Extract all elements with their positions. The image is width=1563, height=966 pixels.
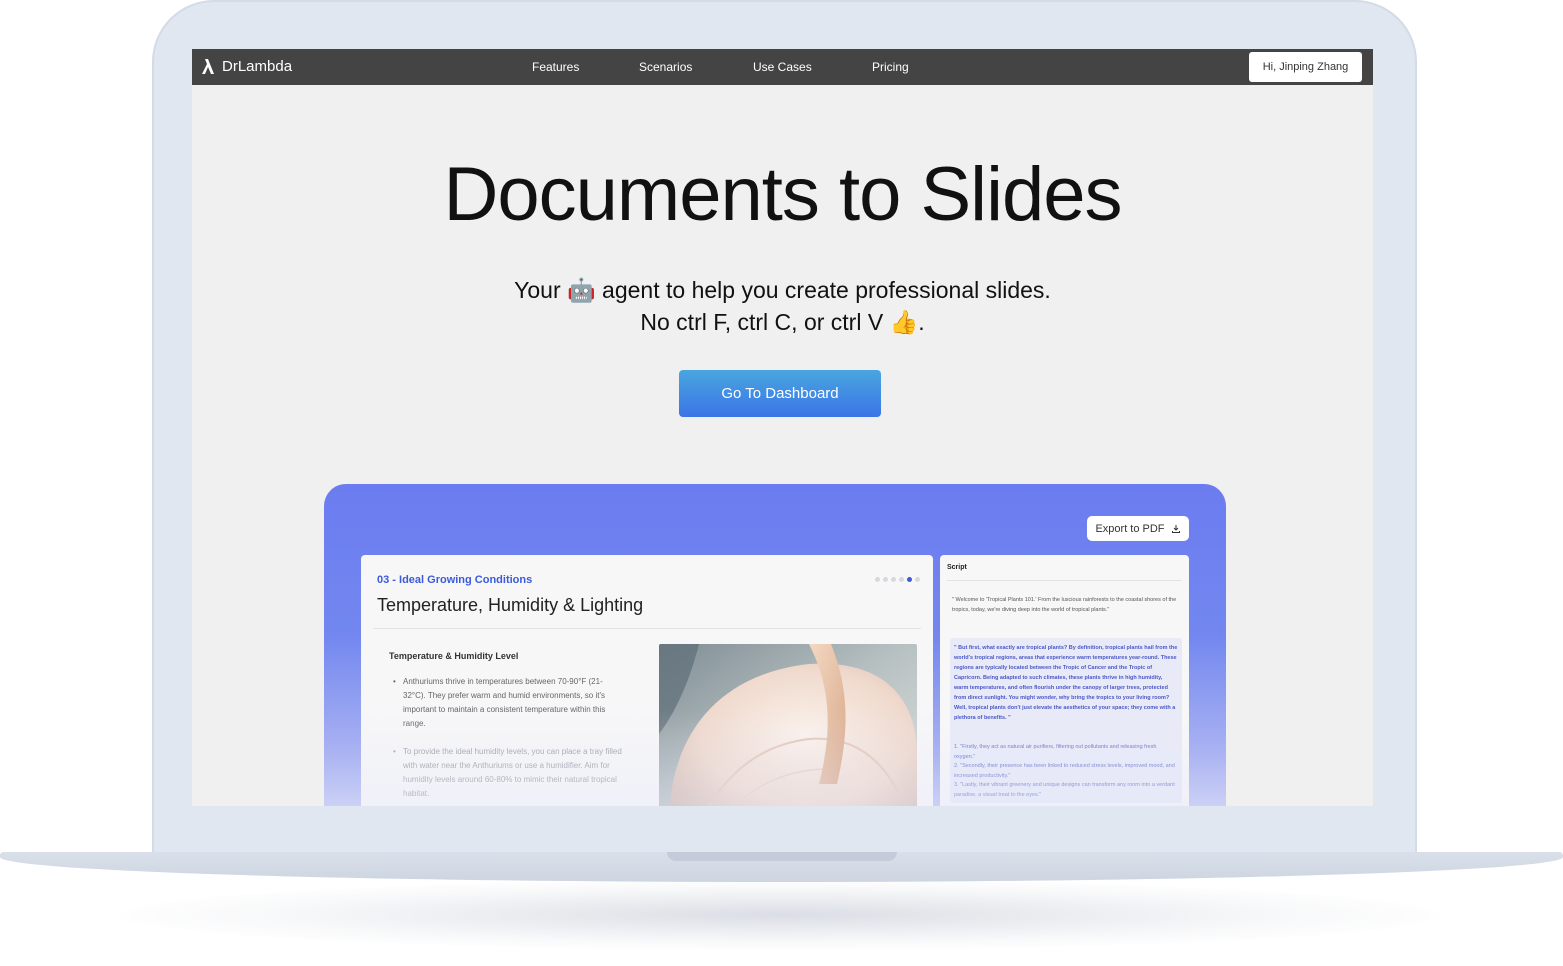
anthurium-illustration (659, 644, 917, 806)
export-label: Export to PDF (1095, 522, 1165, 535)
nav-link-scenarios[interactable]: Scenarios (639, 60, 692, 74)
go-to-dashboard-button[interactable]: Go To Dashboard (679, 370, 881, 417)
pagination-dot[interactable] (915, 577, 920, 582)
slide-title: Temperature, Humidity & Lighting (377, 595, 644, 615)
hero-title: Documents to Slides (443, 152, 1123, 237)
script-label: Script (947, 564, 967, 571)
slide-bullet: To provide the ideal humidity levels, yo… (393, 745, 623, 801)
pagination-dot[interactable] (891, 577, 896, 582)
script-intro: " Welcome to 'Tropical Plants 101.' From… (952, 597, 1177, 613)
download-icon (1171, 524, 1180, 533)
divider (373, 628, 921, 629)
pagination-dot-active[interactable] (907, 577, 912, 582)
nav-link-features[interactable]: Features (532, 60, 579, 74)
divider (947, 580, 1182, 581)
slide-subheading: Temperature & Humidity Level (389, 651, 519, 661)
brand-logo[interactable]: DrLambda (200, 57, 292, 75)
script-list-item: 1. "Firstly, they act as natural air pur… (954, 744, 1157, 760)
pagination-dot[interactable] (899, 577, 904, 582)
nav-link-use-cases[interactable]: Use Cases (753, 60, 812, 74)
script-panel: Script " Welcome to 'Tropical Plants 101… (940, 555, 1189, 806)
plant-image (659, 644, 917, 806)
export-to-pdf-button[interactable]: Export to PDF (1087, 516, 1189, 541)
lambda-logo-icon (202, 59, 214, 74)
navbar: DrLambda Features Scenarios Use Cases Pr… (192, 49, 1373, 85)
hero-tagline-line1: Your 🤖 agent to help you create professi… (514, 277, 1051, 303)
laptop-shadow (120, 880, 1440, 950)
script-list-item: 3. "Lastly, their vibrant greenery and u… (954, 782, 1175, 798)
product-preview: Export to PDF 03 - Ideal Growing Conditi… (324, 484, 1226, 806)
script-list: 1. "Firstly, they act as natural air pur… (954, 743, 1176, 800)
screen: DrLambda Features Scenarios Use Cases Pr… (192, 49, 1373, 806)
slide-bullet-list: Anthuriums thrive in temperatures betwee… (393, 675, 623, 806)
user-account-button[interactable]: Hi, Jinping Zhang (1249, 52, 1362, 82)
script-highlighted-text: " But first, what exactly are tropical p… (954, 645, 1178, 721)
slide-section-label: 03 - Ideal Growing Conditions (377, 574, 533, 586)
laptop-notch (667, 852, 897, 861)
slide-pagination-dots (875, 577, 920, 582)
slide-preview: 03 - Ideal Growing Conditions Temperatur… (361, 555, 933, 806)
hero-tagline-line2: No ctrl F, ctrl C, or ctrl V 👍. (640, 309, 925, 335)
slide-bullet: Anthuriums thrive in temperatures betwee… (393, 675, 623, 731)
pagination-dot[interactable] (883, 577, 888, 582)
brand-name: DrLambda (222, 57, 293, 75)
script-list-item: 2. "Secondly, their presence has been li… (954, 763, 1175, 779)
pagination-dot[interactable] (875, 577, 880, 582)
nav-link-pricing[interactable]: Pricing (872, 60, 909, 74)
